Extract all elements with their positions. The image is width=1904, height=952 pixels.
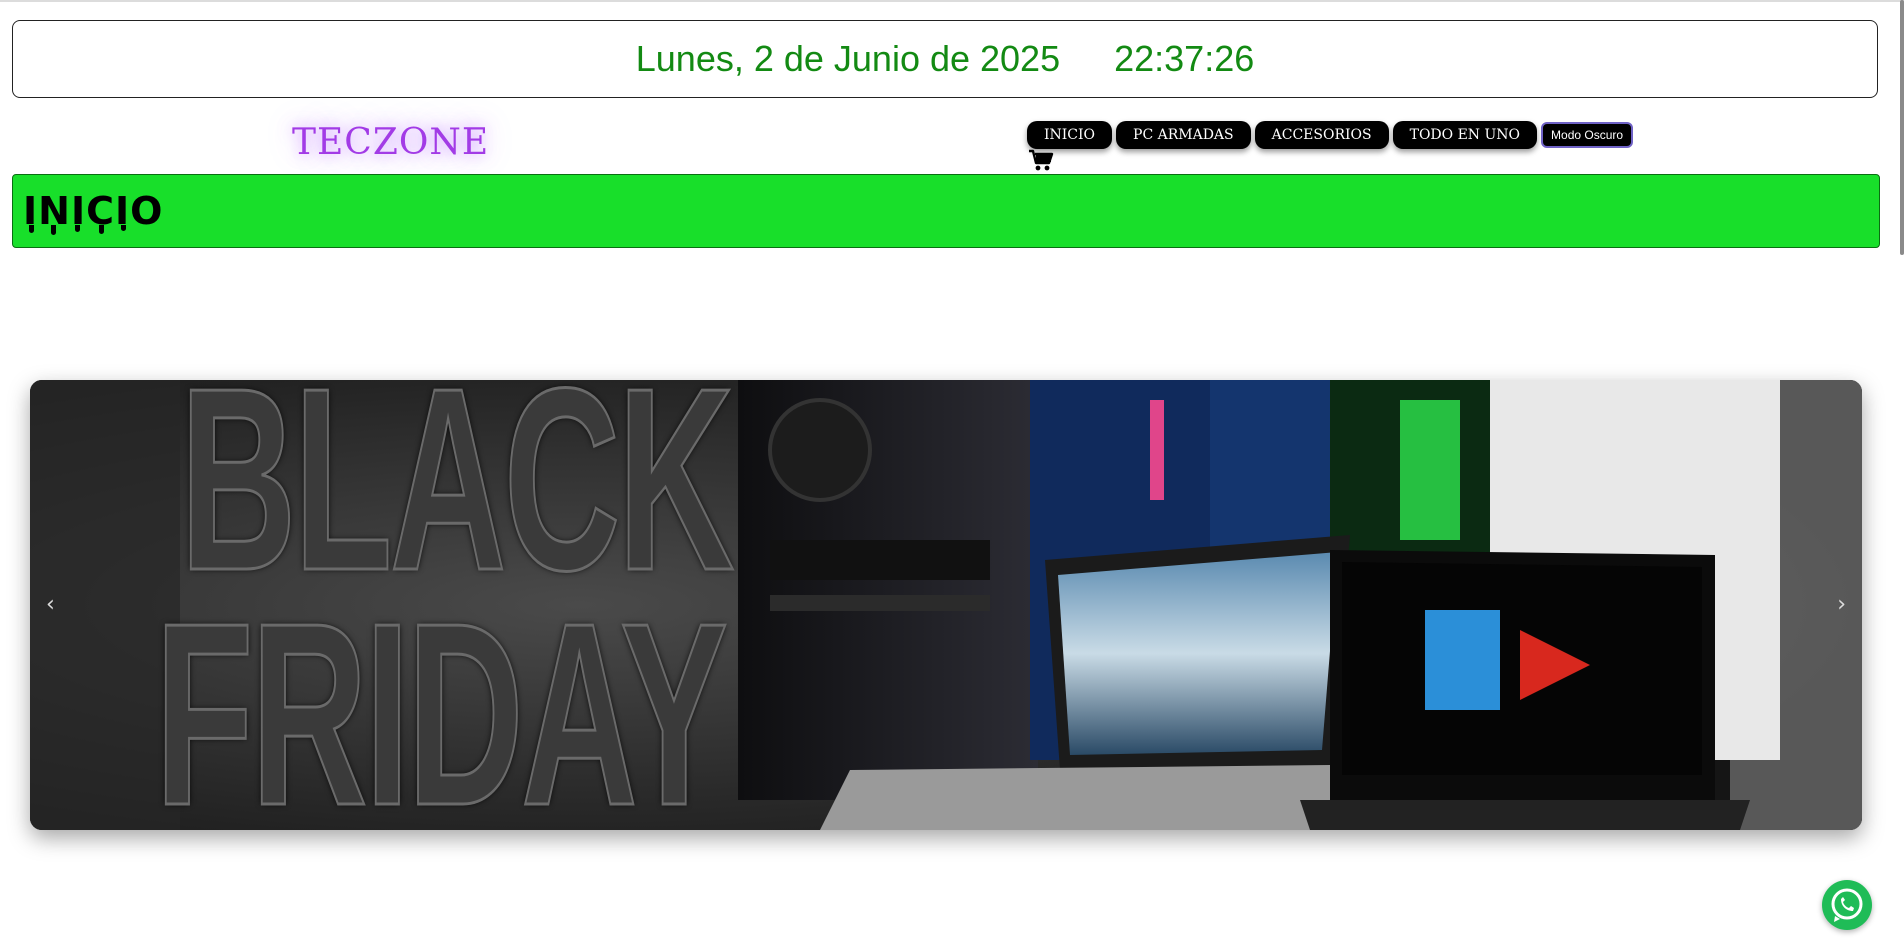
top-border — [0, 0, 1904, 2]
promo-carousel[interactable]: BLACK FRIDAY ‹ › — [30, 380, 1862, 830]
nav-item-pc-armadas[interactable]: PC ARMADAS — [1116, 121, 1251, 149]
datetime-box: Lunes, 2 de Junio de 2025 22:37:26 — [12, 20, 1878, 98]
whatsapp-icon[interactable] — [1822, 880, 1872, 930]
cart-icon[interactable] — [1028, 148, 1054, 172]
chevron-right-icon[interactable]: › — [1837, 592, 1846, 617]
drip-decoration — [75, 225, 80, 232]
chevron-left-icon[interactable]: ‹ — [46, 592, 55, 617]
page-scrollbar[interactable] — [1900, 0, 1904, 255]
section-header: INICIO — [12, 174, 1880, 248]
nav-item-accesorios[interactable]: ACCESORIOS — [1254, 121, 1389, 149]
page: Lunes, 2 de Junio de 2025 22:37:26 TECZO… — [0, 0, 1904, 952]
current-date: Lunes, 2 de Junio de 2025 — [635, 38, 1061, 79]
site-logo[interactable]: TECZONE — [292, 122, 489, 163]
drip-decoration — [51, 225, 56, 235]
current-time: 22:37:26 — [1114, 38, 1255, 79]
banner-text-friday: FRIDAY — [154, 570, 729, 831]
nav-item-inicio[interactable]: INICIO — [1027, 121, 1113, 149]
drip-decoration — [121, 225, 126, 231]
dark-mode-button[interactable]: Modo Oscuro — [1541, 122, 1634, 148]
main-nav: INICIO PC ARMADAS ACCESORIOS TODO EN UNO… — [1027, 121, 1634, 149]
drip-decoration — [99, 225, 104, 234]
nav-item-todo-en-uno[interactable]: TODO EN UNO — [1392, 121, 1538, 149]
drip-decoration — [29, 225, 34, 233]
section-title: INICIO — [23, 189, 164, 233]
whatsapp-glyph — [1831, 888, 1863, 922]
